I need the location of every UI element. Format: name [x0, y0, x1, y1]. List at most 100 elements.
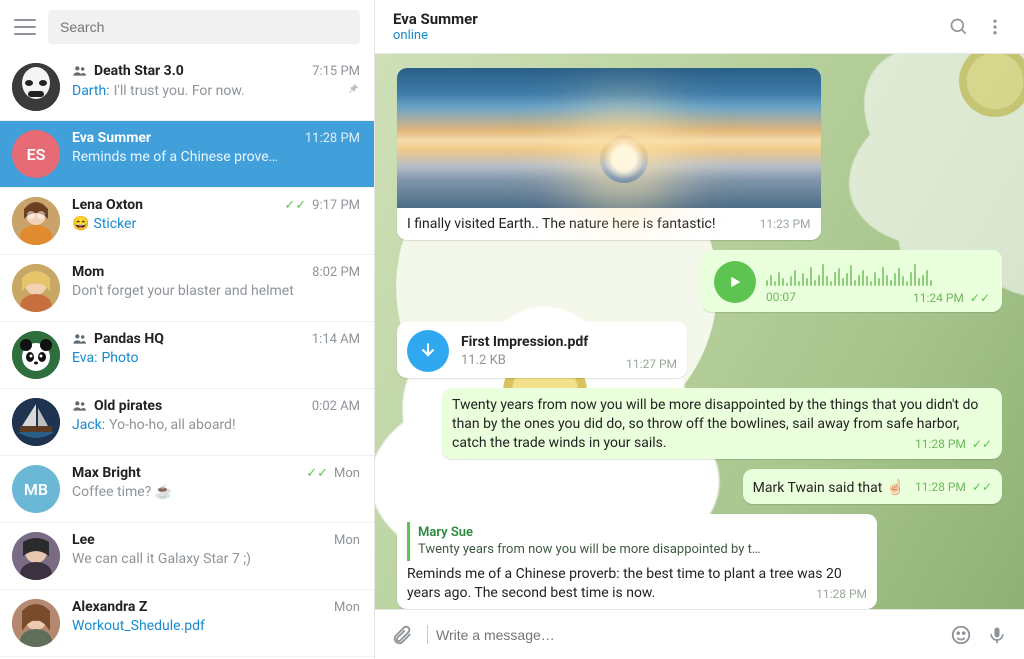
sender-prefix: Jack: [72, 417, 105, 433]
search-in-chat-button[interactable] [948, 16, 970, 38]
chat-time: 9:17 PM [312, 198, 360, 213]
attach-button[interactable] [391, 624, 413, 646]
message-reply-bubble[interactable]: Mary Sue Twenty years from now you will … [397, 514, 1002, 609]
chat-time: Mon [334, 533, 360, 548]
chat-status: online [393, 28, 934, 43]
chat-time: Mon [334, 466, 360, 481]
avatar [12, 197, 60, 245]
read-checks-icon: ✓✓ [972, 436, 992, 452]
message-time: 11:23 PM [760, 216, 811, 232]
conversation-pane: Eva Summer online [375, 0, 1024, 659]
message-photo[interactable]: I finally visited Earth.. The nature her… [397, 68, 1002, 240]
pointing-up-emoji: ☝🏻 [886, 478, 905, 496]
chat-list-item[interactable]: Old pirates 0:02 AM Jack: Yo-ho-ho, all ab… [0, 389, 374, 456]
chat-time: 1:14 AM [312, 332, 360, 347]
chat-time: 8:02 PM [312, 265, 360, 280]
chat-name: Eva Summer [72, 130, 299, 146]
chat-name: Pandas HQ [94, 331, 306, 347]
play-button[interactable] [714, 261, 756, 303]
chat-preview: Yo-ho-ho, all aboard! [109, 417, 360, 433]
avatar [12, 264, 60, 312]
search-input[interactable] [60, 19, 348, 35]
messages-area[interactable]: I finally visited Earth.. The nature her… [375, 54, 1024, 609]
chat-time: 0:02 AM [312, 399, 360, 414]
message-input[interactable] [436, 627, 936, 643]
chat-preview: Reminds me of a Chinese prove… [72, 149, 360, 165]
message-time: 11:28 PM [915, 436, 966, 452]
voice-waveform[interactable] [766, 258, 990, 286]
download-icon[interactable] [407, 330, 449, 372]
reply-preview[interactable]: Mary Sue Twenty years from now you will … [407, 522, 867, 561]
chat-header: Eva Summer online [375, 0, 1024, 54]
group-icon [72, 63, 88, 79]
compose-bar [375, 609, 1024, 659]
voice-record-button[interactable] [986, 624, 1008, 646]
chat-preview: We can call it Galaxy Star 7 ;) [72, 551, 360, 567]
message-voice[interactable]: 00:07 11:24 PM ✓✓ [397, 250, 1002, 312]
group-icon [72, 398, 88, 414]
message-text-bubble[interactable]: Twenty years from now you will be more d… [397, 388, 1002, 459]
avatar: MB [12, 465, 60, 513]
read-checks-icon: ✓✓ [972, 479, 992, 495]
read-checks-icon: ✓✓ [284, 199, 306, 212]
read-checks-icon: ✓✓ [306, 467, 328, 480]
chat-time: 7:15 PM [312, 64, 360, 79]
chat-preview: Workout_Shedule.pdf [72, 618, 360, 634]
chat-preview: Coffee time? ☕ [72, 484, 360, 500]
avatar [12, 63, 60, 111]
pin-icon [346, 82, 360, 100]
avatar [12, 532, 60, 580]
chat-list-item[interactable]: Alexandra Z Mon Workout_Shedule.pdf [0, 590, 374, 657]
chat-name: Lena Oxton [72, 197, 278, 213]
message-time: 11:24 PM [913, 290, 964, 306]
file-size: 11.2 KB [461, 352, 604, 370]
chat-list-item[interactable]: Death Star 3.0 7:15 PM Darth: I'll trust y… [0, 54, 374, 121]
chat-preview: Don't forget your blaster and helmet [72, 283, 360, 299]
message-time: 11:28 PM [816, 586, 867, 602]
chat-name: Death Star 3.0 [94, 63, 306, 79]
chat-name: Max Bright [72, 465, 300, 481]
sender-prefix: Eva: [72, 350, 97, 366]
file-name: First Impression.pdf [461, 333, 604, 352]
avatar [12, 331, 60, 379]
chat-name: Old pirates [94, 398, 306, 414]
chat-list-item[interactable]: Mom 8:02 PM Don't forget your blaster and … [0, 255, 374, 322]
avatar [12, 599, 60, 647]
message-file[interactable]: First Impression.pdf 11.2 KB 11:27 PM [397, 322, 1002, 378]
reply-text: Twenty years from now you will be more d… [418, 541, 859, 559]
more-options-button[interactable] [984, 16, 1006, 38]
emoji-button[interactable] [950, 624, 972, 646]
chat-list[interactable]: Death Star 3.0 7:15 PM Darth: I'll trust y… [0, 54, 374, 659]
chat-list-item[interactable]: Pandas HQ 1:14 AM Eva: Photo [0, 322, 374, 389]
message-text-bubble[interactable]: Mark Twain said that☝🏻 11:28 PM ✓✓ [397, 469, 1002, 504]
chat-preview: I'll trust you. For now. [114, 83, 342, 99]
left-top-bar [0, 0, 374, 54]
menu-button[interactable] [14, 19, 36, 35]
avatar [12, 398, 60, 446]
chat-list-item[interactable]: MB Max Bright ✓✓ Mon Coffee time? ☕ [0, 456, 374, 523]
chat-list-pane: Death Star 3.0 7:15 PM Darth: I'll trust y… [0, 0, 375, 659]
message-text: Mark Twain said that [753, 480, 883, 496]
chat-list-item[interactable]: Lee Mon We can call it Galaxy Star 7 ;) [0, 523, 374, 590]
chat-list-item[interactable]: Lena Oxton ✓✓ 9:17 PM 😄Sticker [0, 188, 374, 255]
chat-time: 11:28 PM [305, 131, 360, 146]
chat-name: Alexandra Z [72, 599, 328, 615]
chat-list-item[interactable]: ES Eva Summer 11:28 PM Reminds me of a Chin… [0, 121, 374, 188]
message-text: Twenty years from now you will be more d… [452, 397, 978, 451]
search-box[interactable] [48, 10, 360, 44]
avatar: ES [12, 130, 60, 178]
chat-name: Lee [72, 532, 328, 548]
message-text: Reminds me of a Chinese proverb: the bes… [407, 566, 842, 601]
message-time: 11:28 PM [915, 479, 966, 495]
sender-prefix: Darth: [72, 83, 110, 99]
preview-emoji: 😄 [72, 216, 89, 232]
chat-preview: Sticker [93, 216, 360, 232]
chat-time: Mon [334, 600, 360, 615]
message-text: I finally visited Earth.. The nature her… [407, 215, 738, 234]
compose-field[interactable] [427, 625, 936, 644]
chat-preview: Photo [101, 350, 360, 366]
reply-sender: Mary Sue [418, 524, 859, 542]
photo-attachment[interactable] [397, 68, 821, 208]
group-icon [72, 331, 88, 347]
chat-name: Mom [72, 264, 306, 280]
